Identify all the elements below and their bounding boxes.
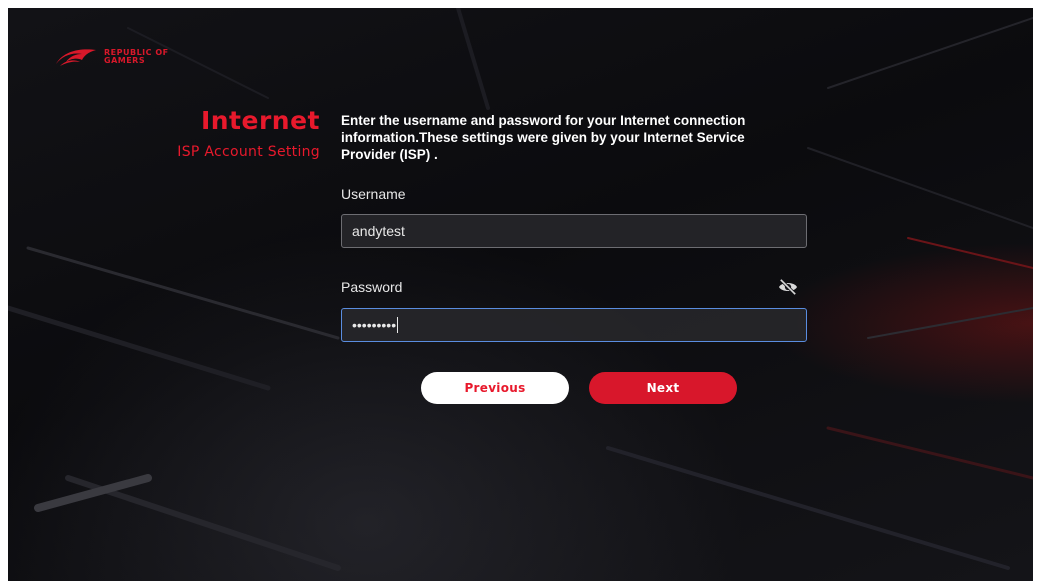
password-masked-value: •••••••••	[352, 317, 397, 333]
form-description: Enter the username and password for your…	[341, 113, 746, 162]
previous-button[interactable]: Previous	[421, 372, 569, 404]
step-header: Internet ISP Account Setting	[108, 106, 320, 160]
text-caret	[397, 317, 399, 333]
password-label-row: Password	[341, 278, 811, 296]
eye-off-icon[interactable]	[777, 278, 799, 296]
logo-text: REPUBLIC OF GAMERS	[104, 48, 169, 65]
password-input[interactable]: •••••••••	[341, 308, 807, 342]
page-title: Internet	[200, 106, 320, 135]
next-button[interactable]: Next	[589, 372, 737, 404]
username-input[interactable]: andytest	[341, 214, 807, 248]
password-label: Password	[341, 279, 403, 295]
isp-account-form: Enter the username and password for your…	[341, 112, 811, 342]
page-subtitle: ISP Account Setting	[177, 144, 320, 160]
rog-eye-logo-icon	[56, 49, 96, 66]
username-label: Username	[341, 186, 406, 202]
navigation-buttons: Previous Next	[421, 372, 737, 404]
rog-logo: REPUBLIC OF GAMERS	[54, 46, 169, 68]
username-value: andytest	[352, 223, 405, 239]
setup-window: REPUBLIC OF GAMERS Internet ISP Account …	[8, 8, 1033, 581]
